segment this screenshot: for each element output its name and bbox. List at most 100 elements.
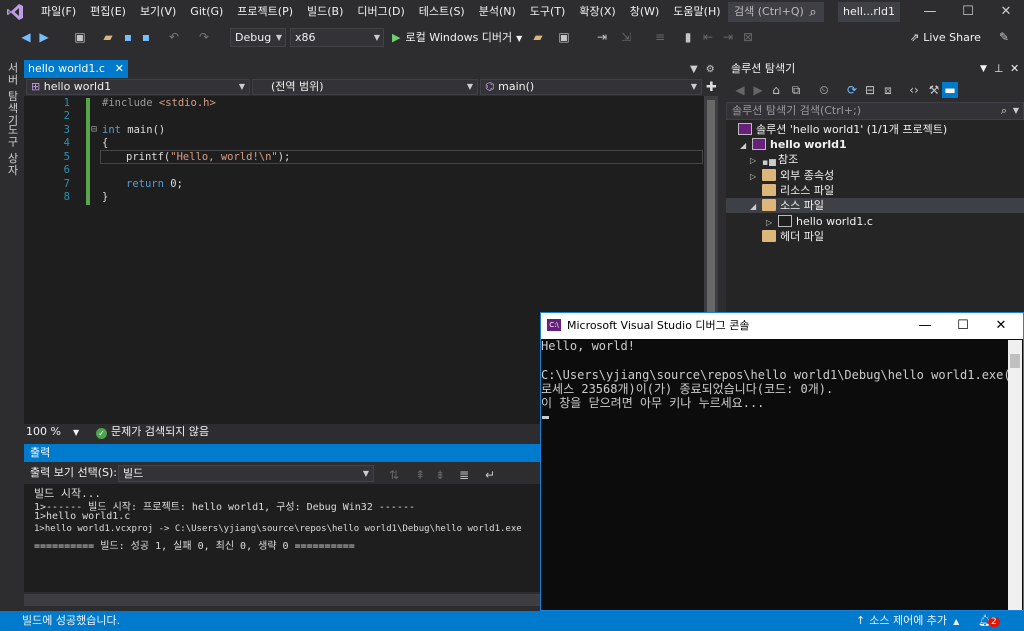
member-nav-select[interactable]: ⌬ main() ▼ <box>480 79 702 95</box>
folder-icon[interactable]: ▰ <box>530 29 546 45</box>
zoom-select[interactable]: 100 % ▼ <box>26 424 79 440</box>
step-icon[interactable]: ⇥ <box>594 29 610 45</box>
project-nav-select[interactable]: ⊞ hello world1 ▼ <box>26 79 250 95</box>
tree-item-solution[interactable]: 솔루션 'hello world1' (1/1개 프로젝트) <box>738 122 947 137</box>
clear-bookmarks-icon[interactable]: ⊠ <box>740 29 756 45</box>
scrollbar-thumb[interactable] <box>707 100 715 320</box>
minimize-icon[interactable]: — <box>906 313 944 339</box>
side-tab-server-explorer[interactable]: 서버 탐색기 <box>4 62 20 127</box>
menu-file[interactable]: 파일(F) <box>34 0 83 24</box>
gear-icon[interactable]: ⚙ <box>706 64 715 75</box>
back-icon[interactable]: ◀ <box>732 82 748 98</box>
output-horizontal-scrollbar[interactable] <box>24 594 540 606</box>
tree-item-hello-world-c[interactable]: ▷ hello world1.c <box>766 214 873 229</box>
bookmark-icon[interactable]: ▮ <box>680 29 696 45</box>
menu-test[interactable]: 테스트(S) <box>412 0 472 24</box>
side-tab-toolbox[interactable]: 도구 상자 <box>4 124 20 177</box>
start-debugging-button[interactable]: ▶ 로컬 Windows 디버거 ▼ <box>392 28 522 47</box>
back-icon[interactable]: ◀ <box>18 29 34 45</box>
menu-edit[interactable]: 편집(E) <box>83 0 133 24</box>
undo-icon[interactable]: ↶ <box>166 29 182 45</box>
expanded-icon[interactable]: ◢ <box>750 199 762 214</box>
tree-item-resource-files[interactable]: 리소스 파일 <box>750 183 834 198</box>
scope-nav-select[interactable]: (전역 범위) ▼ <box>252 79 478 95</box>
prev-bookmark-icon[interactable]: ⇤ <box>700 29 716 45</box>
menu-extensions[interactable]: 확장(X) <box>572 0 622 24</box>
close-tab-icon[interactable]: ✕ <box>115 60 124 78</box>
notifications-button[interactable]: 🔔︎2 <box>978 611 1000 631</box>
clear-all-icon[interactable]: ≣ <box>456 467 472 483</box>
new-project-icon[interactable]: ▣ <box>72 29 88 45</box>
close-icon[interactable]: ✕ <box>982 313 1020 339</box>
properties-icon[interactable]: ⚒ <box>926 82 942 98</box>
collapsed-icon[interactable]: ▷ <box>750 153 762 168</box>
menu-window[interactable]: 창(W) <box>623 0 667 24</box>
tab-hello-world-c[interactable]: hello world1.c ✕ <box>24 60 128 78</box>
tree-item-project[interactable]: ◢ hello world1 <box>740 137 847 152</box>
tab-list-icon[interactable]: ▼ <box>690 64 698 75</box>
collapsed-icon[interactable]: ▷ <box>766 215 778 230</box>
console-scrollbar[interactable] <box>1008 340 1022 610</box>
next-bookmark-icon[interactable]: ⇥ <box>720 29 736 45</box>
menu-project[interactable]: 프로젝트(P) <box>230 0 300 24</box>
menu-debug[interactable]: 디버그(D) <box>350 0 411 24</box>
feedback-icon[interactable]: ✎ <box>996 29 1012 45</box>
tree-item-external-dependencies[interactable]: ▷ 외부 종속성 <box>750 168 834 183</box>
browser-link-icon[interactable]: ▣ <box>556 29 572 45</box>
save-icon[interactable]: ▪ <box>120 29 136 45</box>
visual-studio-logo-icon[interactable] <box>6 3 24 21</box>
prev-message-icon[interactable]: ⇞ <box>412 467 428 483</box>
chevron-down-icon[interactable]: ▼ <box>1013 103 1019 119</box>
menu-tools[interactable]: 도구(T) <box>523 0 573 24</box>
tree-item-source-files[interactable]: ◢ 소스 파일 <box>726 198 1024 213</box>
comment-icon[interactable]: ≡ <box>652 29 668 45</box>
menu-analyze[interactable]: 분석(N) <box>472 0 523 24</box>
collapse-all-icon[interactable]: ⊟ <box>862 82 878 98</box>
open-file-icon[interactable]: ▰ <box>100 29 116 45</box>
maximize-icon[interactable]: ☐ <box>950 0 986 24</box>
live-share-button[interactable]: ⇗ Live Share <box>910 28 981 47</box>
menu-help[interactable]: 도움말(H) <box>666 0 727 24</box>
find-message-icon[interactable]: ⇅ <box>386 467 402 483</box>
forward-icon[interactable]: ▶ <box>750 82 766 98</box>
show-all-files-icon[interactable]: ⧈ <box>880 82 896 98</box>
maximize-icon[interactable]: ☐ <box>944 313 982 339</box>
scrollbar-thumb[interactable] <box>1010 354 1020 368</box>
word-wrap-icon[interactable]: ↵ <box>482 467 498 483</box>
collapsed-icon[interactable]: ▷ <box>750 169 762 184</box>
search-icon[interactable]: ⌕ <box>802 2 824 22</box>
menu-build[interactable]: 빌드(B) <box>300 0 350 24</box>
window-position-icon[interactable]: ▼ <box>980 60 987 78</box>
menu-view[interactable]: 보기(V) <box>133 0 183 24</box>
pin-icon[interactable]: ⊥ <box>994 60 1004 78</box>
collapse-icon[interactable]: ⊟ <box>91 124 97 135</box>
tree-item-header-files[interactable]: 헤더 파일 <box>750 229 824 244</box>
add-to-source-control-button[interactable]: ↑ 소스 제어에 추가 ▲ <box>856 611 959 631</box>
tree-item-references[interactable]: ▷ ▪■참조 <box>750 152 798 168</box>
platform-select[interactable]: x86 ▼ <box>290 28 384 47</box>
issues-indicator[interactable]: ✓ 문제가 검색되지 않음 <box>96 424 209 440</box>
sync-icon[interactable]: ⟳ <box>844 82 860 98</box>
pending-changes-icon[interactable]: ⏲ <box>816 82 832 98</box>
debug-console-window[interactable] <box>540 312 1024 611</box>
output-panel-title[interactable]: 출력 <box>24 444 540 462</box>
switch-views-icon[interactable]: ⧉ <box>788 82 804 98</box>
split-editor-icon[interactable]: ✚ <box>706 80 717 95</box>
home-icon[interactable]: ⌂ <box>768 82 784 98</box>
step-over-icon[interactable]: ⇲ <box>618 29 634 45</box>
menu-git[interactable]: Git(G) <box>183 0 230 24</box>
redo-icon[interactable]: ↷ <box>196 29 212 45</box>
solution-search-input[interactable]: 솔루션 탐색기 검색(Ctrl+;) ⌕ ▼ <box>726 102 1024 120</box>
minimize-icon[interactable]: — <box>912 0 948 24</box>
next-message-icon[interactable]: ⇟ <box>432 467 448 483</box>
output-source-select[interactable]: 빌드 ▼ <box>118 465 374 482</box>
save-all-icon[interactable]: ▪ <box>138 29 154 45</box>
preview-icon[interactable]: ▬ <box>942 82 958 98</box>
expanded-icon[interactable]: ◢ <box>740 138 752 153</box>
code-view-icon[interactable]: ‹› <box>906 82 922 98</box>
close-icon[interactable]: ✕ <box>1010 60 1019 78</box>
configuration-select[interactable]: Debug ▼ <box>230 28 286 47</box>
close-icon[interactable]: ✕ <box>988 0 1024 24</box>
search-icon[interactable]: ⌕ <box>1001 103 1007 119</box>
forward-icon[interactable]: ▶ <box>36 29 52 45</box>
